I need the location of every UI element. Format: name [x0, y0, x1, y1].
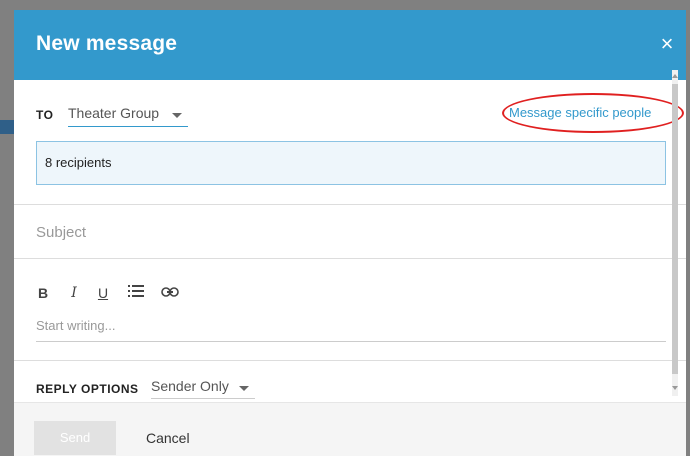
divider-body [14, 258, 686, 259]
to-row: TO Theater Group Message specific people [14, 80, 686, 142]
list-icon-svg [128, 285, 144, 297]
recipients-box[interactable]: 8 recipients [36, 141, 666, 185]
scroll-down-icon[interactable] [672, 386, 678, 390]
link-icon[interactable] [160, 282, 180, 304]
subject-input[interactable] [36, 216, 656, 248]
close-icon[interactable]: × [656, 32, 678, 56]
chevron-down-icon [172, 113, 182, 118]
reply-options-label: REPLY OPTIONS [36, 382, 139, 396]
italic-button[interactable]: I [68, 282, 80, 304]
scroll-up-icon[interactable] [672, 74, 678, 78]
message-specific-people-link[interactable]: Message specific people [509, 105, 651, 120]
recipients-count: 8 recipients [45, 155, 112, 170]
bold-button[interactable]: B [36, 282, 50, 304]
message-body-input[interactable] [36, 314, 666, 336]
body-underline [36, 341, 666, 342]
dialog-title: New message [36, 32, 178, 55]
link-icon-svg [161, 287, 179, 297]
cancel-button[interactable]: Cancel [146, 430, 190, 446]
new-message-dialog: New message × TO Theater Group Message s… [14, 10, 686, 456]
scrollbar[interactable] [672, 70, 678, 396]
divider-reply [14, 360, 686, 361]
to-label: TO [36, 108, 54, 122]
group-select[interactable]: Theater Group [68, 104, 188, 127]
chevron-down-icon [239, 386, 249, 391]
list-icon[interactable] [126, 282, 146, 304]
divider-subject [14, 204, 686, 205]
reply-options-select[interactable]: Sender Only [151, 376, 255, 399]
dialog-footer: Send Cancel [14, 402, 686, 456]
group-select-value: Theater Group [68, 105, 160, 121]
send-button[interactable]: Send [34, 421, 116, 455]
backdrop-strip [0, 120, 14, 134]
scrollbar-thumb[interactable] [672, 84, 678, 374]
underline-button[interactable]: U [96, 282, 110, 304]
formatting-toolbar: B I U [36, 282, 256, 306]
dialog-header: New message × [14, 10, 686, 80]
reply-options-value: Sender Only [151, 378, 229, 394]
